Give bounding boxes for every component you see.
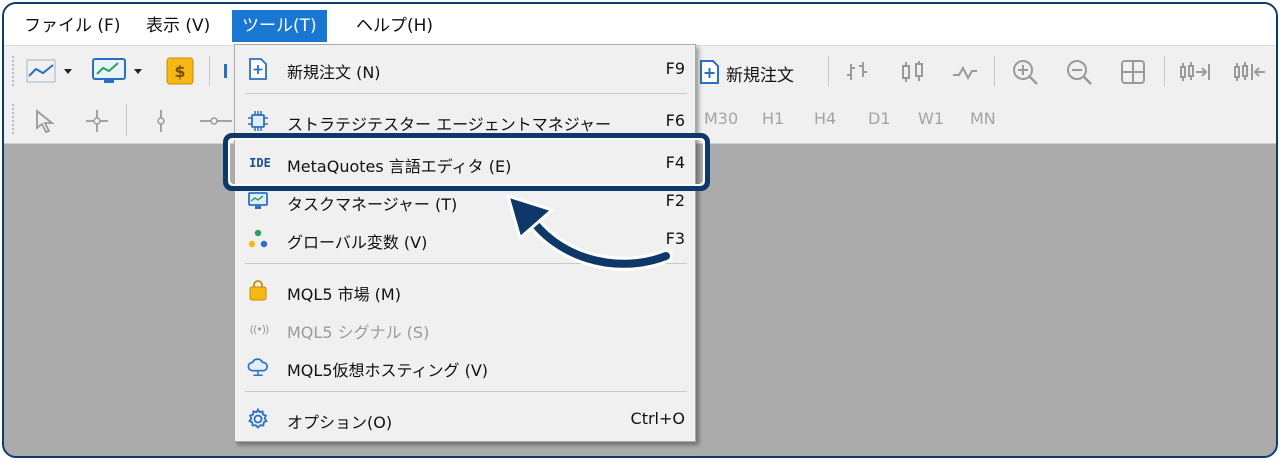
- zoom-out-button[interactable]: [1062, 57, 1096, 87]
- toolbar-separator: [209, 56, 210, 86]
- gear-icon: [247, 408, 269, 430]
- menu-item-mql5-vps[interactable]: MQL5仮想ホスティング (V): [235, 349, 695, 385]
- new-order-icon: [247, 58, 269, 80]
- bar-chart-icon: [847, 62, 867, 80]
- new-order-toolbar-icon[interactable]: [696, 58, 722, 86]
- line-chart-icon: [26, 59, 72, 83]
- crosshair-icon: [86, 110, 108, 132]
- svg-text:$: $: [174, 62, 185, 81]
- menu-item-options[interactable]: オプション(O) Ctrl+O: [235, 401, 695, 437]
- timeframe-w1[interactable]: W1: [918, 109, 944, 128]
- horizontal-line-icon: [200, 117, 232, 125]
- new-order-toolbar-label[interactable]: 新規注文: [726, 61, 794, 86]
- shopping-bag-icon: [247, 280, 269, 302]
- monitor-chart-icon: [92, 58, 142, 83]
- menu-item-mql5-signals[interactable]: ((•)) MQL5 シグナル (S): [235, 311, 695, 347]
- menu-item-label: タスクマネージャー (T): [287, 195, 458, 214]
- menu-item-shortcut: Ctrl+O: [630, 409, 685, 428]
- menu-separator: [245, 93, 687, 94]
- vertical-line-button[interactable]: [146, 106, 176, 136]
- menu-view[interactable]: 表示 (V): [136, 10, 220, 42]
- cursor-button[interactable]: [30, 106, 60, 136]
- templates-button[interactable]: [88, 56, 148, 86]
- signal-icon-text: ((•)): [249, 322, 270, 336]
- timeframe-mn[interactable]: MN: [970, 109, 996, 128]
- zoom-in-button[interactable]: [1008, 57, 1042, 87]
- dollar-button[interactable]: $: [164, 56, 196, 86]
- menu-item-new-order[interactable]: 新規注文 (N) F9: [235, 51, 695, 87]
- toolbar-separator: [126, 104, 127, 136]
- curved-arrow-icon: [506, 194, 673, 271]
- global-variables-icon: [247, 228, 269, 250]
- new-order-icon: [700, 60, 719, 84]
- menu-item-label: MQL5 市場 (M): [287, 285, 401, 304]
- highlight-box-inner: [228, 138, 705, 186]
- line-button[interactable]: [948, 58, 982, 86]
- cursor-arrow-icon: [36, 109, 55, 134]
- auto-scroll-icon: [1180, 62, 1210, 81]
- candlestick-button[interactable]: [896, 58, 930, 86]
- chart-shift-icon: [1234, 62, 1265, 81]
- app-window: ファイル (F) 表示 (V) ツール(T) ヘルプ(H) $ 新規注文 M30…: [2, 2, 1278, 458]
- toolbar-grip[interactable]: [12, 56, 15, 86]
- signal-icon: ((•)): [243, 318, 275, 340]
- chip-icon: [247, 110, 269, 132]
- toolbar-partial-icon: [218, 56, 230, 86]
- timeframe-d1[interactable]: D1: [868, 109, 891, 128]
- zigzag-line-icon: [953, 65, 977, 81]
- toolbar-separator: [828, 56, 829, 86]
- grid-icon: [1121, 60, 1145, 84]
- timeframe-h4[interactable]: H4: [814, 109, 836, 128]
- menu-bar: ファイル (F) 表示 (V) ツール(T) ヘルプ(H): [4, 4, 1276, 46]
- toolbar-separator: [1164, 56, 1165, 86]
- toolbar-grip[interactable]: [12, 104, 15, 134]
- timeframe-m30[interactable]: M30: [704, 109, 738, 128]
- menu-item-shortcut: F6: [665, 111, 685, 130]
- chart-type-button[interactable]: [22, 56, 78, 86]
- auto-scroll-button[interactable]: [1176, 58, 1216, 86]
- dollar-icon: $: [166, 57, 194, 85]
- zoom-out-icon: [1067, 60, 1092, 85]
- monitor-icon: [247, 190, 269, 212]
- menu-item-shortcut: F9: [665, 59, 685, 78]
- zoom-in-icon: [1013, 60, 1038, 85]
- menu-separator: [245, 391, 687, 392]
- menu-item-label: MQL5 シグナル (S): [287, 323, 430, 342]
- menu-item-label: 新規注文 (N): [287, 63, 381, 82]
- menu-item-label: オプション(O): [287, 413, 393, 432]
- menu-item-label: グローバル変数 (V): [287, 233, 428, 252]
- cloud-icon: [247, 356, 269, 378]
- horizontal-line-button[interactable]: [198, 106, 232, 136]
- timeframe-h1[interactable]: H1: [762, 109, 784, 128]
- menu-item-label: ストラテジテスター エージェントマネジャー: [287, 115, 611, 134]
- candlestick-icon: [902, 61, 923, 82]
- crosshair-button[interactable]: [82, 106, 112, 136]
- menu-file[interactable]: ファイル (F): [14, 10, 130, 42]
- menu-tools[interactable]: ツール(T): [232, 10, 327, 42]
- toolbar-separator: [994, 56, 995, 86]
- vertical-line-icon: [157, 110, 165, 132]
- chart-shift-button[interactable]: [1230, 58, 1270, 86]
- tile-windows-button[interactable]: [1116, 57, 1150, 87]
- bar-chart-button[interactable]: [840, 58, 874, 86]
- menu-help[interactable]: ヘルプ(H): [346, 10, 443, 42]
- menu-item-label: MQL5仮想ホスティング (V): [287, 361, 489, 380]
